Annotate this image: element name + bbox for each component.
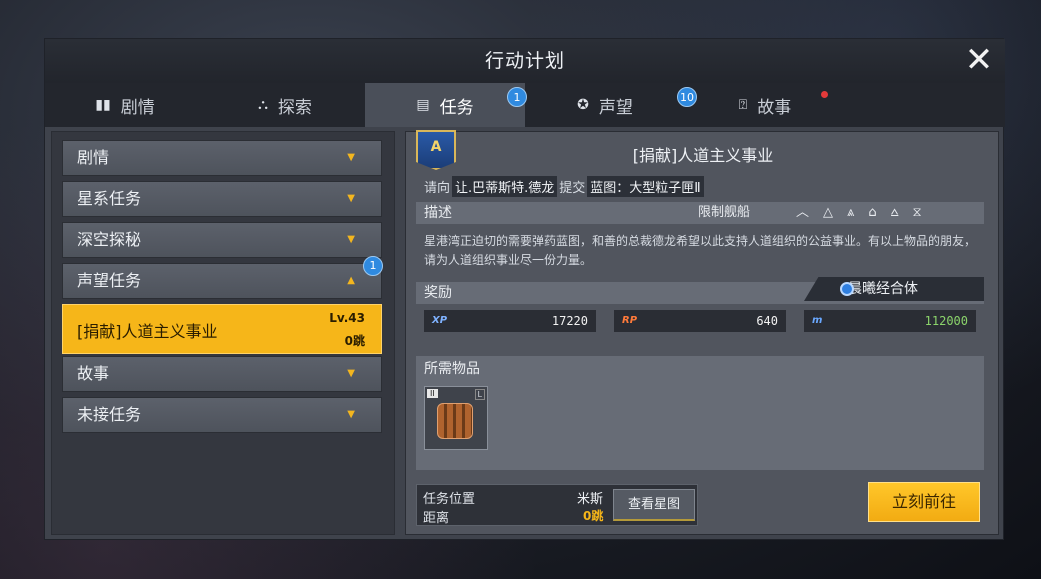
- mission-name: [捐献]人道主义事业: [77, 322, 218, 341]
- action-plan-window: 行动计划 ✕ ▮▮ 剧情 ⛬ 探索 ▤ 任务 1 ✪ 声望 10 ⍰ 故事 剧情: [44, 38, 1005, 540]
- mission-detail-panel: A [捐献]人道主义事业 请向 让.巴蒂斯特.德龙 提交 蓝图：大型粒子匣Ⅱ 描…: [405, 130, 999, 535]
- tab-label: 故事: [757, 97, 792, 118]
- reward-value: 112000: [924, 314, 968, 328]
- chevron-up-icon: ▲: [347, 275, 355, 286]
- category-label: 未接任务: [77, 405, 142, 424]
- battleship-icon: ⩟: [890, 205, 899, 220]
- category-tales[interactable]: 故事 ▼: [62, 356, 382, 392]
- distance-label: 距离: [423, 511, 450, 526]
- submit-text: 提交: [559, 181, 586, 196]
- npc-name: 让.巴蒂斯特.德龙: [452, 176, 558, 197]
- item-size-badge: L: [474, 389, 485, 400]
- reputation-icon: ✪: [577, 97, 589, 113]
- tab-label: 剧情: [120, 97, 155, 118]
- chevron-down-icon: ▼: [347, 193, 355, 204]
- credits-icon: m: [812, 315, 823, 326]
- task-clipboard-icon: ▤: [416, 97, 430, 113]
- required-items-box: 所需物品 II L: [416, 356, 984, 470]
- reward-value: 17220: [551, 314, 588, 328]
- category-reputation[interactable]: 声望任务 ▲ 1: [62, 256, 383, 299]
- tab-label: 任务: [439, 97, 474, 118]
- category-label: 声望任务: [77, 271, 142, 290]
- tab-tales[interactable]: ⍰ 故事: [685, 83, 845, 127]
- request-prefix: 请向: [424, 181, 451, 196]
- book-icon: ▮▮: [95, 97, 111, 113]
- tab-badge: 1: [507, 87, 527, 107]
- reward-xp: XP 17220: [424, 310, 596, 332]
- ship-class-icons: ︿ △ ⩓ ⌂ ⩟ ⧖: [796, 202, 922, 224]
- notification-dot: [821, 91, 828, 98]
- location-label: 任务位置: [423, 492, 476, 507]
- request-line: 请向 让.巴蒂斯特.德龙 提交 蓝图：大型粒子匣Ⅱ: [424, 176, 704, 197]
- category-badge: 1: [363, 256, 383, 276]
- tab-label: 声望: [598, 97, 633, 118]
- chevron-down-icon: ▼: [347, 234, 355, 245]
- chevron-down-icon: ▼: [347, 152, 355, 163]
- tab-explore[interactable]: ⛬ 探索: [205, 83, 365, 127]
- category-label: 深空探秘: [77, 230, 142, 249]
- tab-reputation[interactable]: ✪ 声望 10: [525, 83, 697, 127]
- reward-credits: m 112000: [804, 310, 976, 332]
- location-box: 任务位置 距离 米斯 0跳 查看星图: [416, 484, 698, 526]
- tab-missions[interactable]: ▤ 任务 1: [365, 83, 527, 127]
- explore-icon: ⛬: [258, 97, 268, 113]
- mission-detail-title: [捐献]人道主义事业: [632, 146, 774, 165]
- cruiser-icon: ⩓: [847, 205, 855, 220]
- go-now-button[interactable]: 立刻前往: [868, 482, 980, 522]
- faction-logo-icon: [840, 282, 854, 296]
- description-header: 描述 限制舰船 ︿ △ ⩓ ⌂ ⩟ ⧖: [416, 202, 984, 224]
- close-button[interactable]: ✕: [963, 43, 995, 77]
- mission-category-list: 剧情 ▼ 星系任务 ▼ 深空探秘 ▼ 声望任务 ▲ 1 [捐献]人道主义事业 L…: [51, 131, 395, 535]
- category-unaccepted[interactable]: 未接任务 ▼: [62, 397, 382, 433]
- category-label: 剧情: [77, 148, 110, 167]
- faction-tag: 晨曦经合体: [804, 277, 984, 301]
- category-story[interactable]: 剧情 ▼: [62, 140, 382, 176]
- ship-limit-label: 限制舰船: [698, 205, 751, 220]
- category-label: 故事: [77, 364, 110, 383]
- battlecruiser-icon: ⌂: [868, 205, 877, 220]
- reward-label: 奖励: [424, 285, 452, 301]
- mission-description: 星港湾正迫切的需要弹药蓝图，和善的总裁德龙希望以此支持人道组织的公益事业。有以上…: [424, 234, 977, 267]
- tab-bar: ▮▮ 剧情 ⛬ 探索 ▤ 任务 1 ✪ 声望 10 ⍰ 故事: [45, 83, 1005, 127]
- category-galaxy[interactable]: 星系任务 ▼: [62, 181, 382, 217]
- mission-jumps: 0跳: [344, 334, 365, 348]
- tab-story[interactable]: ▮▮ 剧情: [45, 83, 205, 127]
- required-items-label: 所需物品: [424, 361, 480, 377]
- category-label: 星系任务: [77, 189, 142, 208]
- chevron-down-icon: ▼: [347, 409, 355, 420]
- story-icon: ⍰: [738, 97, 748, 113]
- tab-label: 探索: [277, 97, 312, 118]
- distance-value: 0跳: [583, 509, 604, 523]
- reward-rp: RP 640: [614, 310, 786, 332]
- required-blueprint: 蓝图：大型粒子匣Ⅱ: [587, 176, 704, 197]
- mission-list-item-selected[interactable]: [捐献]人道主义事业 Lv.43 0跳: [62, 304, 382, 354]
- title-bar: 行动计划 ✕: [45, 39, 1005, 83]
- window-title: 行动计划: [484, 50, 565, 72]
- description-label: 描述: [424, 205, 452, 221]
- item-grade-badge: II: [427, 389, 438, 398]
- destroyer-icon: △: [823, 205, 834, 220]
- faction-name: 晨曦经合体: [848, 281, 918, 297]
- particle-box-icon: [437, 403, 473, 439]
- chevron-down-icon: ▼: [347, 368, 355, 379]
- rp-icon: RP: [622, 315, 638, 326]
- frigate-icon: ︿: [796, 205, 810, 220]
- reward-value: 640: [756, 314, 778, 328]
- mission-level: Lv.43: [329, 311, 365, 325]
- carrier-icon: ⧖: [912, 205, 922, 220]
- xp-icon: XP: [432, 315, 448, 326]
- view-star-map-button[interactable]: 查看星图: [613, 489, 695, 521]
- location-value: 米斯: [577, 492, 604, 507]
- item-slot[interactable]: II L: [424, 386, 488, 450]
- category-deep-space[interactable]: 深空探秘 ▼: [62, 222, 382, 258]
